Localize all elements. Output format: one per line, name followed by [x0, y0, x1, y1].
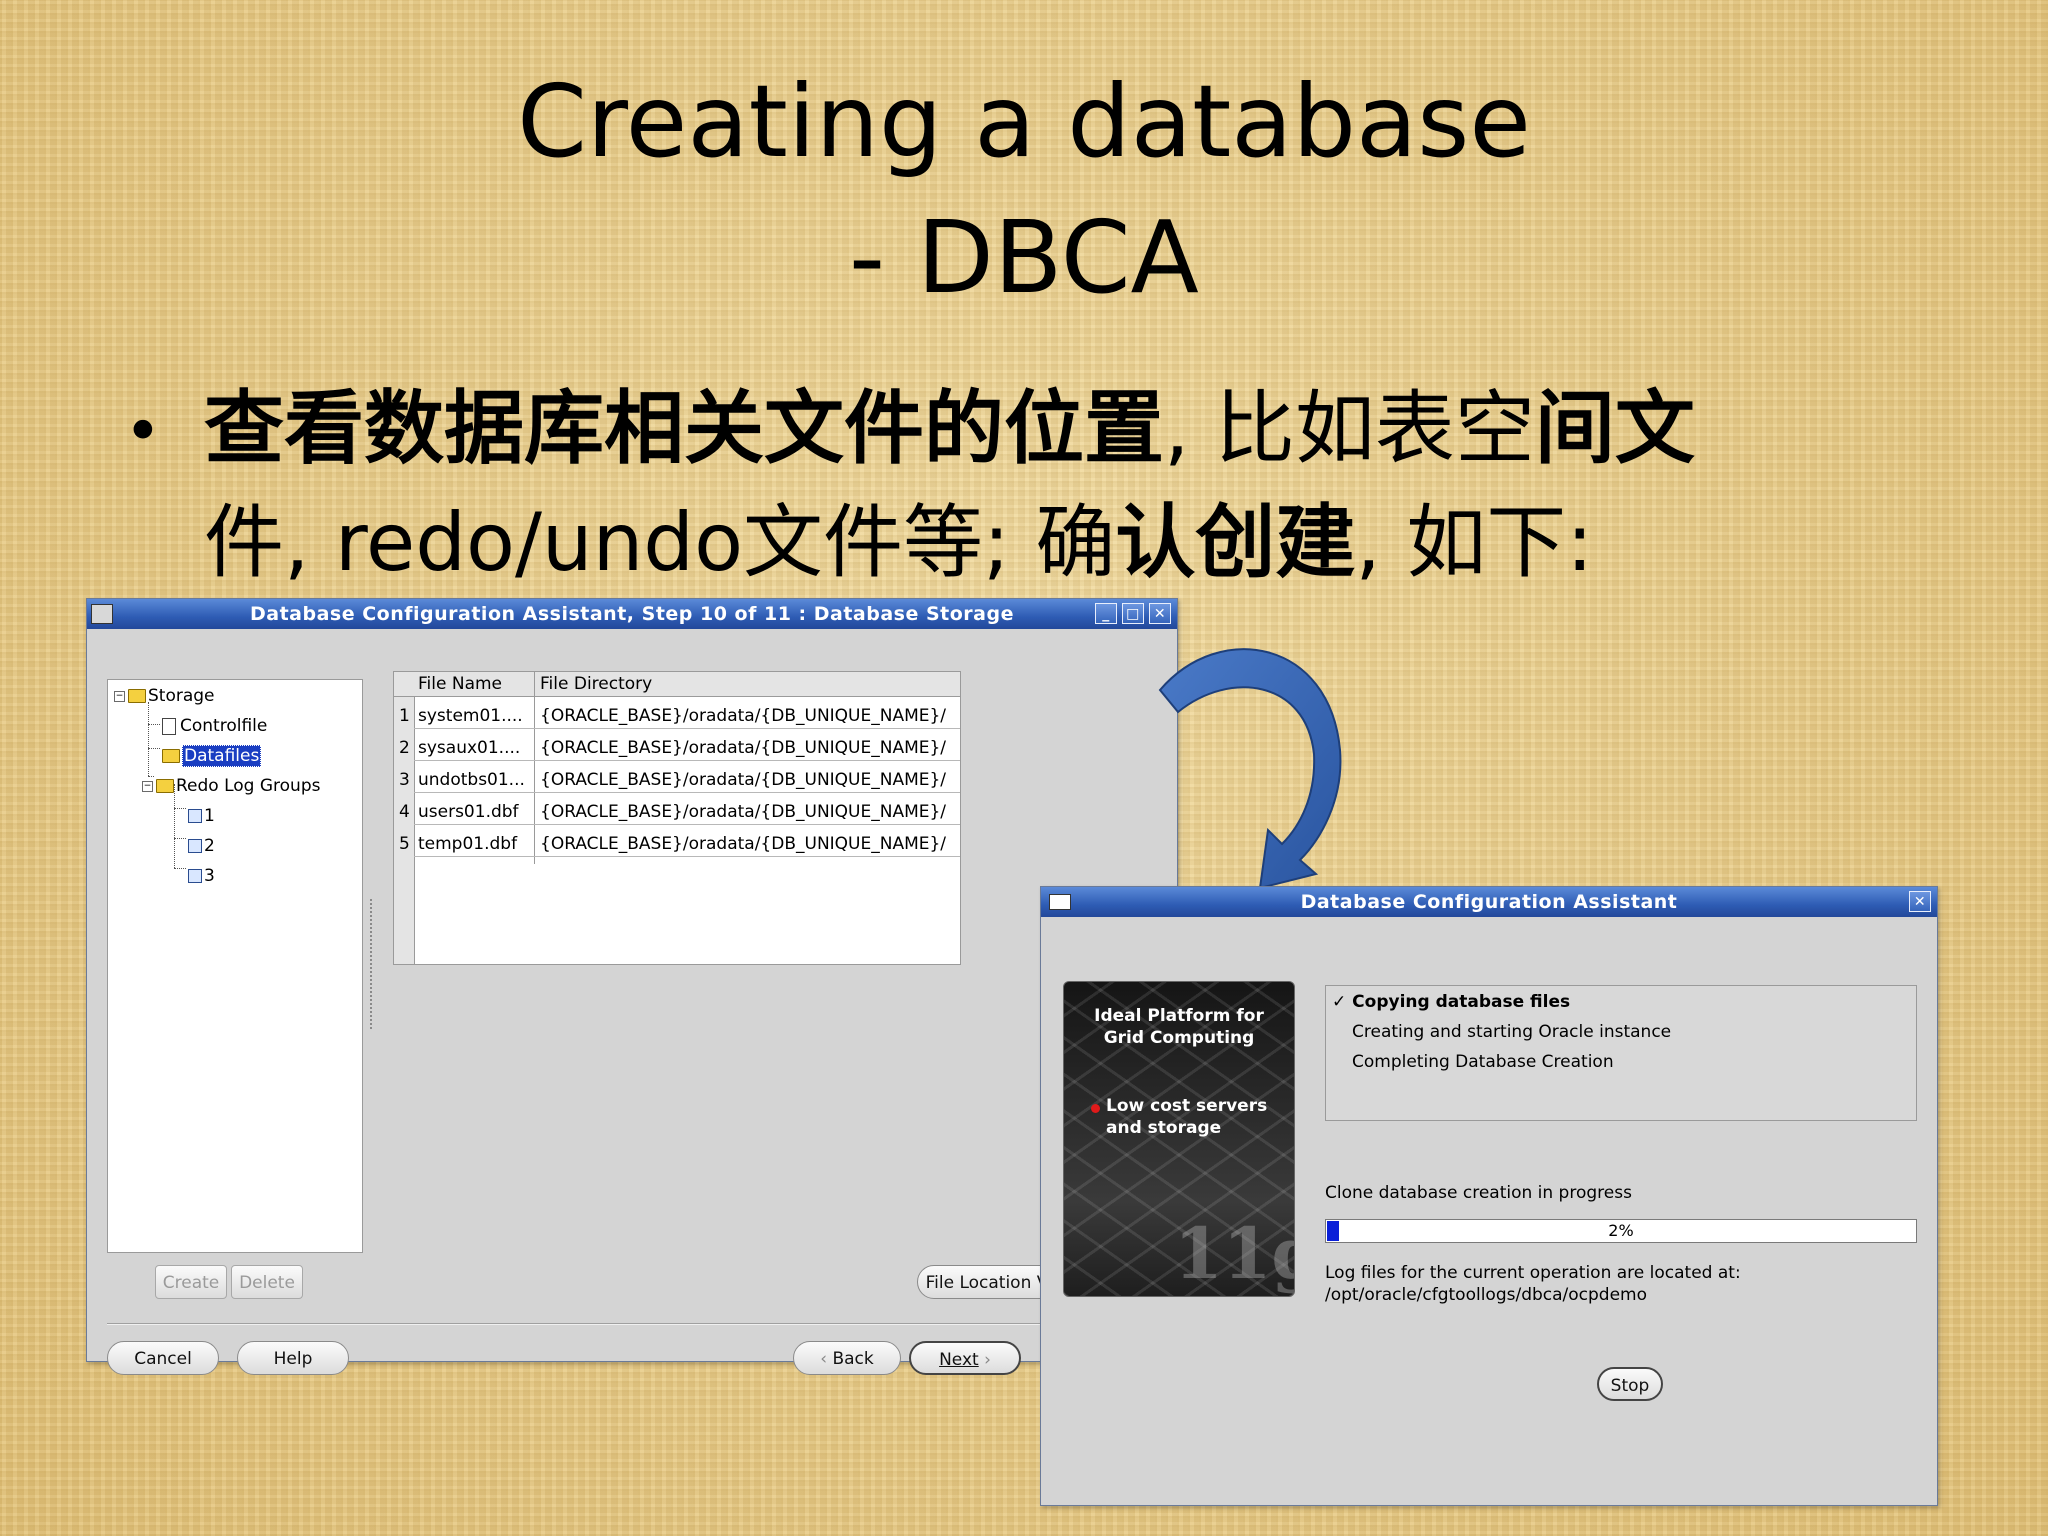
status-text: Clone database creation in progress [1325, 1183, 1632, 1203]
row-number: 2 [399, 738, 410, 758]
back-arrow-icon: ‹ [820, 1349, 833, 1369]
bullet-line2-bold: 认创建 [1115, 496, 1356, 589]
close-icon[interactable]: ✕ [1149, 603, 1171, 624]
row-number: 1 [399, 706, 410, 726]
bullet-line2-normal: , redo/undo文件等; 确 [284, 496, 1116, 589]
file-directory-cell[interactable]: {ORACLE_BASE}/oradata/{DB_UNIQUE_NAME}/ [540, 768, 950, 792]
bullet-text: 查看数据库相关文件的位置, 比如表空间文 件, redo/undo文件等; 确认… [204, 372, 1904, 600]
tree-node-label: 2 [204, 836, 215, 856]
tree-node-storage[interactable]: − Storage [114, 684, 215, 708]
file-directory-cell[interactable]: {ORACLE_BASE}/oradata/{DB_UNIQUE_NAME}/ [540, 704, 950, 728]
tree-node-group-3[interactable]: 3 [188, 864, 215, 888]
log-location-label: Log files for the current operation are … [1325, 1263, 1741, 1283]
log-group-icon [188, 839, 202, 853]
step-item: Completing Database Creation [1352, 1050, 1614, 1074]
tree-node-label: Controlfile [180, 716, 268, 736]
storage-window-title: Database Configuration Assistant, Step 1… [250, 603, 1014, 625]
close-icon[interactable]: ✕ [1909, 891, 1931, 912]
transition-arrow [1158, 648, 1342, 890]
storage-window-body: − Storage Controlfile Datafiles − Redo Log… [87, 629, 1177, 1375]
progress-window-title: Database Configuration Assistant [1300, 891, 1678, 913]
file-name-cell[interactable]: users01.dbf [418, 800, 530, 824]
splitter-handle[interactable] [370, 899, 376, 1029]
progress-bar: 2% [1325, 1219, 1917, 1243]
file-directory-cell[interactable]: {ORACLE_BASE}/oradata/{DB_UNIQUE_NAME}/ [540, 832, 950, 856]
bullet-dot: • [124, 395, 162, 469]
file-name-cell[interactable]: sysaux01.... [418, 736, 530, 760]
file-name-cell[interactable]: temp01.dbf [418, 832, 530, 856]
progress-percent-label: 2% [1608, 1221, 1634, 1240]
log-location-path: /opt/oracle/cfgtoollogs/dbca/ocpdemo [1325, 1285, 1648, 1305]
storage-tree[interactable]: − Storage Controlfile Datafiles − Redo Log… [107, 679, 363, 1253]
back-button[interactable]: ‹ Back [793, 1341, 901, 1375]
promo-heading-1: Ideal Platform for [1094, 1006, 1264, 1026]
cancel-button[interactable]: Cancel [107, 1341, 219, 1375]
step-item: Creating and starting Oracle instance [1352, 1020, 1671, 1044]
oracle-11g-logo: 11g [1174, 1212, 1294, 1295]
folder-icon [162, 749, 180, 763]
promo-heading-2: Grid Computing [1103, 1028, 1255, 1048]
step-label: Completing Database Creation [1352, 1052, 1614, 1072]
storage-window-titlebar[interactable]: Database Configuration Assistant, Step 1… [87, 599, 1177, 629]
minimize-icon[interactable]: _ [1095, 603, 1117, 624]
back-label: Back [832, 1349, 874, 1369]
tree-node-controlfile[interactable]: Controlfile [162, 714, 267, 738]
step-label: Creating and starting Oracle instance [1352, 1022, 1672, 1042]
next-arrow-icon: › [978, 1350, 991, 1370]
promo-panel: Ideal Platform for Grid Computing Low co… [1063, 981, 1295, 1297]
file-location-variables-button[interactable]: File Location V [917, 1265, 1057, 1299]
tree-node-label: 3 [204, 866, 215, 886]
row-number: 5 [399, 834, 410, 854]
red-dot-icon [1091, 1104, 1100, 1113]
tree-node-datafiles[interactable]: Datafiles [162, 744, 262, 768]
step-label: Copying database files [1352, 992, 1571, 1012]
log-group-icon [188, 809, 202, 823]
separator [107, 1323, 1157, 1325]
bullet-line2-start: 件 [204, 496, 284, 589]
bullet-bold-2: 间文 [1534, 382, 1695, 475]
file-icon [162, 717, 176, 735]
progress-window-titlebar[interactable]: Database Configuration Assistant ✕ [1041, 887, 1937, 917]
datafiles-table[interactable]: File Name File Directory 1 system01.... … [393, 671, 961, 965]
tree-node-group-1[interactable]: 1 [188, 804, 215, 828]
storage-window: Database Configuration Assistant, Step 1… [86, 598, 1178, 1375]
create-button[interactable]: Create [155, 1265, 227, 1299]
tree-node-label: 1 [204, 806, 215, 826]
promo-point-2: and storage [1106, 1118, 1222, 1138]
next-button[interactable]: Next › [909, 1341, 1021, 1375]
bullet-line2-end: , 如下: [1355, 496, 1594, 589]
tree-node-group-2[interactable]: 2 [188, 834, 215, 858]
bullet-bold-1: 查看数据库相关文件的位置 [204, 382, 1164, 475]
next-label: Next [939, 1350, 979, 1370]
collapse-icon[interactable]: − [114, 690, 125, 702]
delete-button[interactable]: Delete [231, 1265, 303, 1299]
check-icon: ✓ [1332, 992, 1353, 1012]
collapse-icon[interactable]: − [142, 780, 153, 792]
log-group-icon [188, 869, 202, 883]
slide-title-line2: - DBCA [849, 199, 1199, 316]
bullet-normal-1: , 比如表空 [1164, 382, 1535, 475]
tree-node-label: Datafiles [182, 745, 262, 767]
maximize-icon[interactable]: □ [1122, 603, 1144, 624]
file-directory-cell[interactable]: {ORACLE_BASE}/oradata/{DB_UNIQUE_NAME}/ [540, 736, 950, 760]
row-number: 4 [399, 802, 410, 822]
tree-node-label: Storage [148, 686, 215, 706]
file-name-cell[interactable]: undotbs01... [418, 768, 530, 792]
folder-icon [128, 689, 146, 703]
progress-window: Database Configuration Assistant ✕ Ideal… [1040, 886, 1938, 1506]
folder-icon [156, 779, 174, 793]
tree-node-label: Redo Log Groups [176, 776, 321, 796]
slide-title-line1: Creating a database [517, 63, 1531, 180]
file-directory-cell[interactable]: {ORACLE_BASE}/oradata/{DB_UNIQUE_NAME}/ [540, 800, 950, 824]
steps-list: ✓ Copying database files Creating and st… [1325, 985, 1917, 1121]
file-name-cell[interactable]: system01.... [418, 704, 530, 728]
column-header-file-name[interactable]: File Name [418, 672, 528, 696]
step-item: ✓ Copying database files [1332, 990, 1570, 1014]
column-header-file-directory[interactable]: File Directory [540, 672, 940, 696]
row-number: 3 [399, 770, 410, 790]
help-button[interactable]: Help [237, 1341, 349, 1375]
stop-button[interactable]: Stop [1597, 1367, 1663, 1401]
tree-node-redo-log-groups[interactable]: − Redo Log Groups [142, 774, 320, 798]
promo-point-1: Low cost servers [1106, 1096, 1268, 1116]
